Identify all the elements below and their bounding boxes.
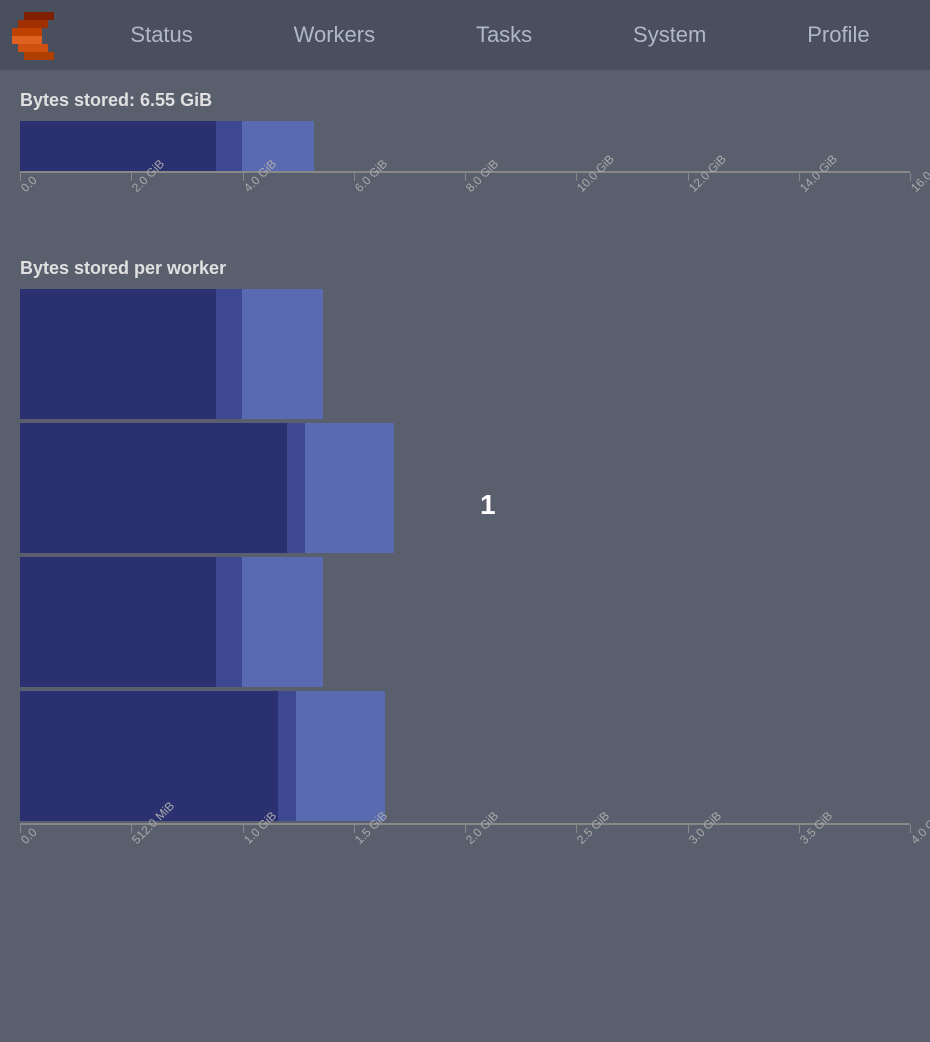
x-tick: 6.0 GiB (354, 173, 392, 199)
worker-bar-segment (216, 289, 243, 419)
x-tick-line (131, 825, 132, 833)
x-tick-label: 0.0 (18, 825, 40, 847)
x-tick-line (576, 173, 577, 181)
x-tick: 1.0 GiB (243, 825, 281, 851)
x-tick: 3.0 GiB (688, 825, 726, 851)
bar-segment (20, 121, 216, 171)
x-tick: 12.0 GiB (688, 173, 733, 199)
worker-chart-label-1: 1 (480, 489, 496, 521)
worker-bar-segment (242, 289, 322, 419)
bytes-stored-chart: 0.0 2.0 GiB 4.0 GiB 6.0 GiB 8.0 GiB 10.0 GiB 1… (20, 121, 910, 228)
nav-item-system[interactable]: System (617, 14, 722, 56)
worker-bar-segment (242, 557, 322, 687)
x-tick-line (243, 825, 244, 833)
worker-bar-segment (287, 423, 305, 553)
x-tick: 3.5 GiB (799, 825, 837, 851)
x-tick: 4.0 GiB (243, 173, 281, 199)
x-tick: 0.0 (20, 825, 35, 851)
x-tick-label: 0.0 (18, 173, 40, 195)
x-tick-line (20, 173, 21, 181)
logo-icon (10, 10, 60, 60)
x-tick: 4.0 GiB (910, 825, 930, 851)
nav-item-profile[interactable]: Profile (791, 14, 885, 56)
worker-bar-segment (305, 423, 394, 553)
main-content: Bytes stored: 6.55 GiB 0.0 2.0 GiB 4.0 GiB… (0, 70, 930, 885)
x-tick-line (688, 173, 689, 181)
worker-bar-segment (20, 557, 216, 687)
x-tick-line (465, 825, 466, 833)
x-tick: 512.0 MiB (131, 825, 183, 851)
x-tick-label: 4.0 GiB (908, 809, 930, 847)
x-tick-line (910, 173, 911, 181)
x-tick-line (20, 825, 21, 833)
worker-bar-row (20, 691, 910, 821)
x-tick-line (465, 173, 466, 181)
bar-segment (242, 121, 313, 171)
bar-segment (216, 121, 243, 171)
x-tick-line (799, 173, 800, 181)
navbar: Status Workers Tasks System Profile (0, 0, 930, 70)
worker-bar-segment (216, 557, 243, 687)
x-tick-line (243, 173, 244, 181)
worker-chart-x-axis: 0.0 512.0 MiB 1.0 GiB 1.5 GiB 2.0 GiB 2.5 GiB… (20, 825, 910, 885)
nav-links: Status Workers Tasks System Profile (80, 14, 920, 56)
x-tick-line (576, 825, 577, 833)
worker-bar-segment (278, 691, 296, 821)
worker-bars-container (20, 289, 910, 821)
worker-bar-row (20, 289, 910, 419)
x-tick-line (688, 825, 689, 833)
x-tick: 2.0 GiB (465, 825, 503, 851)
bytes-per-worker-chart: 1 0.0 512.0 MiB 1.0 GiB 1.5 GiB 2.0 GiB 2.5 G… (20, 289, 910, 885)
x-tick: 2.5 GiB (576, 825, 614, 851)
x-tick-line (799, 825, 800, 833)
x-tick: 0.0 (20, 173, 35, 199)
nav-item-status[interactable]: Status (114, 14, 208, 56)
worker-bar-row (20, 423, 910, 553)
x-tick: 8.0 GiB (465, 173, 503, 199)
nav-item-tasks[interactable]: Tasks (460, 14, 548, 56)
x-tick: 10.0 GiB (576, 173, 621, 199)
x-tick: 2.0 GiB (131, 173, 169, 199)
x-tick-line (910, 825, 911, 833)
worker-bar-segment (296, 691, 385, 821)
worker-bar-segment (20, 691, 278, 821)
worker-bar-segment (20, 289, 216, 419)
x-tick: 1.5 GiB (354, 825, 392, 851)
bytes-stored-title: Bytes stored: 6.55 GiB (20, 90, 910, 111)
bytes-stored-section: Bytes stored: 6.55 GiB 0.0 2.0 GiB 4.0 GiB… (20, 90, 910, 228)
x-tick-line (131, 173, 132, 181)
nav-item-workers[interactable]: Workers (278, 14, 392, 56)
bytes-per-worker-section: Bytes stored per worker 1 0.0 512.0 MiB 1.… (20, 258, 910, 885)
x-tick-line (354, 173, 355, 181)
bytes-per-worker-title: Bytes stored per worker (20, 258, 910, 279)
worker-bar-segment (20, 423, 287, 553)
x-tick-label: 16.0 GiB (908, 152, 930, 195)
x-tick-line (354, 825, 355, 833)
x-tick: 16.0 GiB (910, 173, 930, 199)
x-tick: 14.0 GiB (799, 173, 844, 199)
worker-bar-row (20, 557, 910, 687)
top-chart-x-axis: 0.0 2.0 GiB 4.0 GiB 6.0 GiB 8.0 GiB 10.0 GiB 1… (20, 173, 910, 228)
